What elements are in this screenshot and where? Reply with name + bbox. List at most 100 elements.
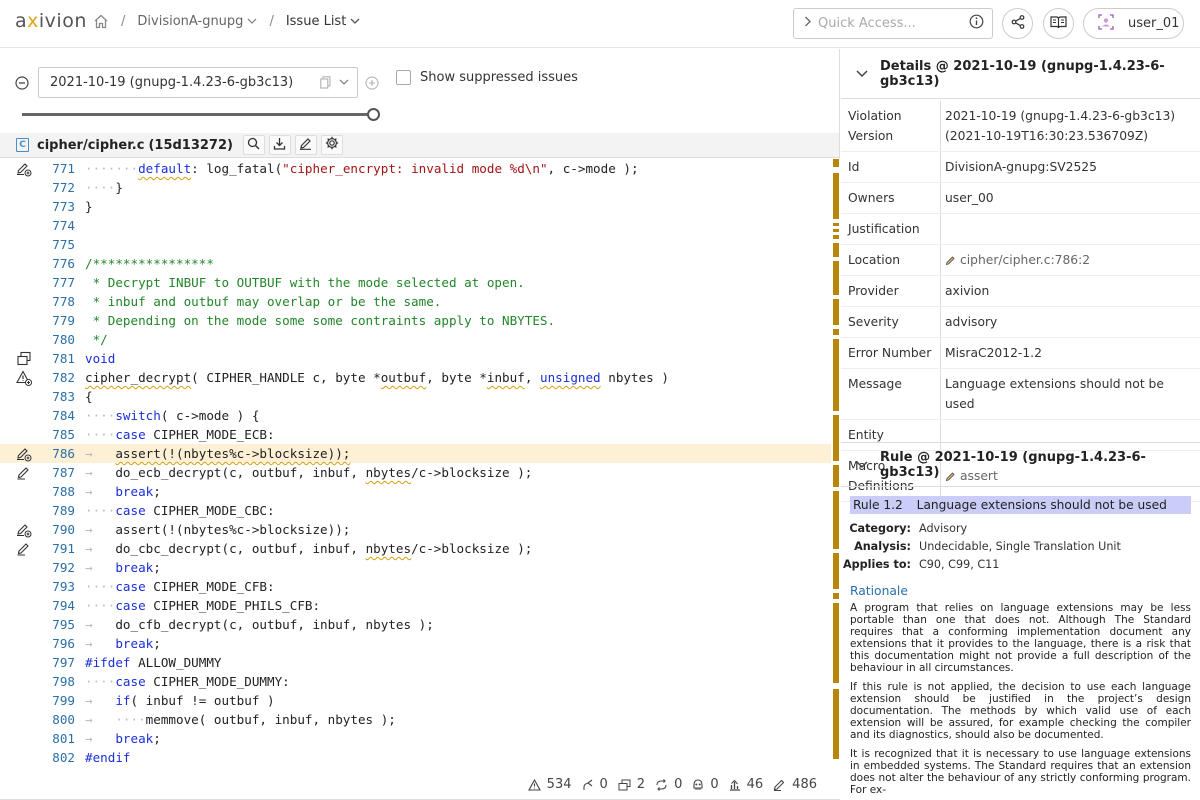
- scroll-marker[interactable]: [833, 223, 839, 226]
- code-view[interactable]: 771 ·······default: log_fatal("cipher_enc…: [0, 159, 831, 799]
- search-icon: [247, 137, 260, 154]
- add-version-icon[interactable]: [365, 75, 379, 94]
- code-line[interactable]: 794 ····case CIPHER_MODE_PHILS_CFB:: [0, 596, 831, 615]
- axivion-logo[interactable]: axivion: [15, 10, 87, 32]
- code-line[interactable]: 775: [0, 235, 831, 254]
- search-button[interactable]: [242, 135, 265, 155]
- scroll-marker[interactable]: [833, 415, 839, 461]
- chevron-down-icon[interactable]: [247, 18, 257, 25]
- chevron-down-icon[interactable]: [339, 79, 349, 86]
- info-icon[interactable]: [969, 14, 984, 33]
- issue-scrollbar[interactable]: [831, 159, 840, 799]
- code-line[interactable]: 798 ····case CIPHER_MODE_DUMMY:: [0, 672, 831, 691]
- details-key: Error Number: [841, 338, 941, 368]
- home-icon[interactable]: [93, 14, 109, 29]
- code-line[interactable]: 779 * Depending on the mode some some co…: [0, 311, 831, 330]
- style-violation-count[interactable]: 486: [773, 777, 817, 792]
- download-button[interactable]: [268, 135, 291, 155]
- code-line[interactable]: 785 ····case CIPHER_MODE_ECB:: [0, 425, 831, 444]
- code-line[interactable]: 801 → break;: [0, 729, 831, 748]
- version-select[interactable]: 2021-10-19 (gnupg-1.4.23-6-gb3c13): [38, 67, 358, 98]
- code-line[interactable]: 797 #ifdef ALLOW_DUMMY: [0, 653, 831, 672]
- code-line[interactable]: 802 #endif: [0, 748, 831, 767]
- code-line[interactable]: 774: [0, 216, 831, 235]
- dead-code-count[interactable]: 0: [692, 777, 719, 792]
- edit-button[interactable]: [294, 135, 317, 155]
- code-line[interactable]: 789 ····case CIPHER_MODE_CBC:: [0, 501, 831, 520]
- version-slider-track[interactable]: [22, 113, 374, 116]
- pencil-icon[interactable]: [16, 465, 32, 481]
- scroll-marker[interactable]: [833, 299, 839, 325]
- copy-icon[interactable]: [320, 76, 331, 89]
- code-line[interactable]: 777 * Decrypt INBUF to OUTBUF with the m…: [0, 273, 831, 292]
- code-line[interactable]: 795 → do_cfb_decrypt(c, outbuf, inbuf, nb…: [0, 615, 831, 634]
- add-violation-icon[interactable]: [16, 446, 32, 462]
- add-violation-icon[interactable]: [16, 161, 32, 177]
- scroll-marker[interactable]: [833, 159, 839, 167]
- code-line[interactable]: 772 ····}: [0, 178, 831, 197]
- details-value[interactable]: cipher/cipher.c:786:2: [941, 245, 1200, 275]
- code-text: */: [85, 332, 108, 347]
- clone-icon[interactable]: [16, 351, 32, 367]
- code-line[interactable]: 791 → do_cbc_decrypt(c, outbuf, inbuf, nb…: [0, 539, 831, 558]
- code-line[interactable]: 778 * inbuf and outbuf may overlap or be…: [0, 292, 831, 311]
- settings-button[interactable]: [320, 135, 343, 155]
- code-line[interactable]: 782 cipher_decrypt( CIPHER_HANDLE c, byte…: [0, 368, 831, 387]
- metric-count[interactable]: 46: [729, 777, 763, 792]
- scroll-marker[interactable]: [833, 173, 839, 219]
- scroll-marker[interactable]: [833, 465, 839, 487]
- code-line[interactable]: 799 → if( inbuf != outbuf ): [0, 691, 831, 710]
- version-slider-handle[interactable]: [367, 108, 380, 121]
- chevron-down-icon[interactable]: [856, 460, 868, 469]
- show-suppressed-checkbox[interactable]: [396, 70, 411, 85]
- scroll-marker[interactable]: [833, 593, 839, 599]
- pencil-icon[interactable]: [16, 541, 32, 557]
- code-line[interactable]: 781 void: [0, 349, 831, 368]
- code-line[interactable]: 776 /****************: [0, 254, 831, 273]
- scroll-marker[interactable]: [833, 491, 839, 549]
- details-header[interactable]: Details @ 2021-10-19 (gnupg-1.4.23-6-gb3…: [841, 49, 1200, 99]
- chevron-down-icon[interactable]: [856, 69, 868, 78]
- code-line[interactable]: 790 → assert(!(nbytes%c->blocksize));: [0, 520, 831, 539]
- documentation-button[interactable]: [1043, 8, 1074, 39]
- code-line[interactable]: 783 {: [0, 387, 831, 406]
- scroll-marker[interactable]: [833, 689, 839, 759]
- quick-access-input[interactable]: Quick Access...: [793, 8, 993, 39]
- cycle-count[interactable]: 0: [655, 777, 682, 792]
- code-line[interactable]: 784 ····switch( c->mode ) {: [0, 406, 831, 425]
- share-button[interactable]: [1002, 8, 1033, 39]
- rationale-heading[interactable]: Rationale: [850, 584, 1191, 598]
- code-line[interactable]: 793 ····case CIPHER_MODE_CFB:: [0, 577, 831, 596]
- code-line[interactable]: 773}: [0, 197, 831, 216]
- scroll-marker[interactable]: [833, 329, 839, 335]
- code-line[interactable]: 796 → break;: [0, 634, 831, 653]
- metric-icon: [729, 779, 744, 791]
- code-line[interactable]: 792 → break;: [0, 558, 831, 577]
- breadcrumb-project[interactable]: DivisionA-gnupg: [137, 14, 243, 29]
- style-violation-icon: [773, 779, 789, 791]
- scroll-marker[interactable]: [833, 243, 839, 257]
- add-warning-icon[interactable]: [16, 370, 32, 386]
- scroll-marker[interactable]: [833, 339, 839, 411]
- scroll-marker[interactable]: [833, 553, 839, 589]
- user-menu-button[interactable]: user_01: [1083, 8, 1184, 39]
- code-line[interactable]: 800 → ····memmove( outbuf, inbuf, nbytes …: [0, 710, 831, 729]
- warning-count[interactable]: 534: [527, 777, 572, 792]
- scroll-marker[interactable]: [833, 261, 839, 295]
- remove-version-icon[interactable]: [15, 75, 29, 94]
- scroll-marker[interactable]: [833, 229, 839, 232]
- chevron-down-icon[interactable]: [350, 18, 360, 25]
- code-line[interactable]: 788 → break;: [0, 482, 831, 501]
- code-line[interactable]: 786 → assert(!(nbytes%c->blocksize));: [0, 444, 831, 463]
- clone-count[interactable]: 2: [618, 777, 645, 792]
- code-line[interactable]: 787 → do_ecb_decrypt(c, outbuf, inbuf, nb…: [0, 463, 831, 482]
- code-line[interactable]: 771 ·······default: log_fatal("cipher_enc…: [0, 159, 831, 178]
- scroll-marker[interactable]: [833, 235, 839, 239]
- breadcrumb-page[interactable]: Issue List: [286, 14, 346, 29]
- code-line[interactable]: 780 */: [0, 330, 831, 349]
- show-suppressed-toggle[interactable]: Show suppressed issues: [396, 70, 578, 85]
- add-violation-icon[interactable]: [16, 522, 32, 538]
- branch-count[interactable]: 0: [582, 777, 608, 792]
- scroll-marker[interactable]: [833, 603, 839, 683]
- rule-header[interactable]: Rule @ 2021-10-19 (gnupg-1.4.23-6-gb3c13…: [841, 442, 1200, 487]
